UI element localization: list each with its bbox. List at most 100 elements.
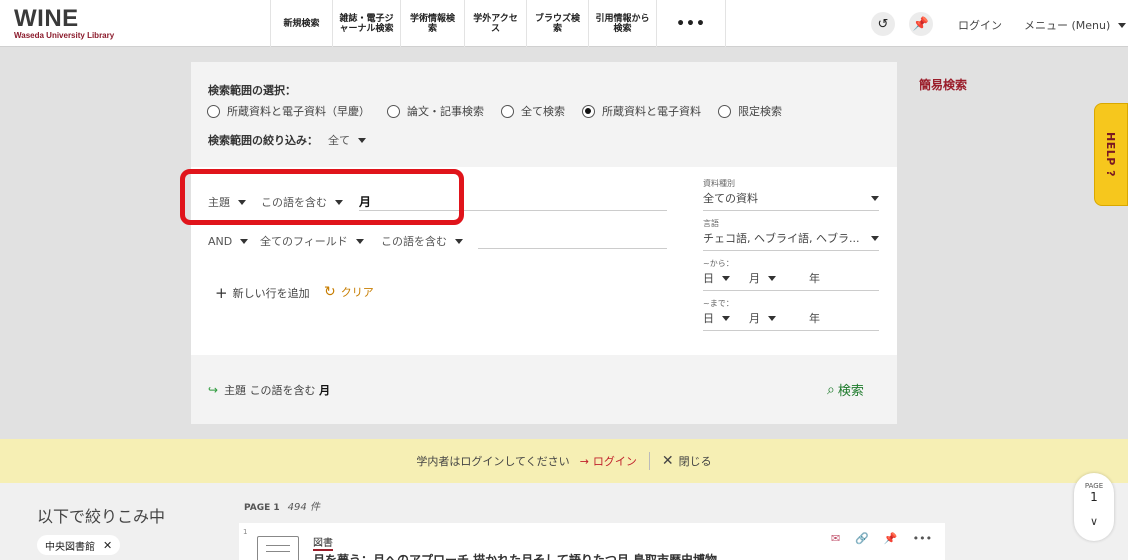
- logo-text: WINE: [14, 5, 79, 32]
- field-value: 全てのフィールド: [260, 235, 348, 248]
- result-count: 494 件: [287, 502, 320, 513]
- scope-radio-group: 所蔵資料と電子資料（早慶） 論文・記事検索 全て検索 所蔵資料と電子資料 限定検索: [207, 103, 799, 119]
- chevron-down-icon: [722, 275, 730, 281]
- add-row-button[interactable]: + 新しい行を追加: [215, 284, 310, 302]
- narrow-select[interactable]: 全て: [328, 132, 366, 148]
- login-link[interactable]: ログイン: [958, 17, 1002, 33]
- scope-radio-label: 所蔵資料と電子資料（早慶）: [227, 105, 370, 118]
- nav-more-button[interactable]: •••: [656, 0, 726, 47]
- scope-radio-2[interactable]: 全て検索: [501, 103, 565, 119]
- pin-icon[interactable]: 📌: [909, 12, 933, 36]
- scope-radio-4[interactable]: 限定検索: [718, 103, 782, 119]
- operator-select-2[interactable]: この語を含む: [381, 233, 478, 249]
- search-panel: 検索範囲の選択： 所蔵資料と電子資料（早慶） 論文・記事検索 全て検索 所蔵資料と電子…: [191, 62, 897, 424]
- close-icon[interactable]: ✕: [103, 539, 112, 552]
- email-icon[interactable]: ✉: [831, 532, 840, 545]
- radio-circle-icon[interactable]: [501, 104, 514, 118]
- radio-circle-icon[interactable]: [718, 104, 731, 118]
- clear-button[interactable]: ↻ クリア: [324, 284, 374, 300]
- boolean-select[interactable]: AND: [208, 235, 260, 248]
- scope-radio-label: 全て検索: [521, 105, 565, 118]
- history-icon[interactable]: ↺: [871, 12, 895, 36]
- chevron-down-icon: [1118, 22, 1127, 28]
- link-icon[interactable]: 🔗: [855, 532, 869, 545]
- from-day-select[interactable]: 日: [703, 270, 749, 286]
- banner-close-button[interactable]: ✕ 閉じる: [662, 453, 712, 469]
- page-indicator-label: PAGE: [1084, 482, 1104, 490]
- chevron-down-icon[interactable]: ∨: [1074, 515, 1114, 528]
- more-icon[interactable]: •••: [913, 532, 932, 545]
- from-year-input[interactable]: 年: [809, 270, 820, 286]
- highlight-box: [180, 169, 464, 225]
- pin-icon[interactable]: 📌: [884, 532, 898, 545]
- main-nav: 新規検索 雑誌・電子ジ ャーナル検索 学術情報検索 学外アクセス ブラウズ検索 引用情報か…: [270, 0, 726, 47]
- scope-radio-label: 所蔵資料と電子資料: [602, 105, 701, 118]
- banner-login-link[interactable]: → ログイン: [580, 453, 637, 469]
- chevron-down-icon: [358, 137, 366, 143]
- nav-item-4[interactable]: ブラウズ検索: [526, 0, 588, 47]
- nav-item-1[interactable]: 雑誌・電子ジ ャーナル検索: [332, 0, 400, 47]
- material-select[interactable]: 全ての資料: [703, 190, 879, 211]
- scope-section: 検索範囲の選択： 所蔵資料と電子資料（早慶） 論文・記事検索 全て検索 所蔵資料と電子…: [191, 62, 897, 167]
- help-label: HELP ?: [1104, 132, 1117, 178]
- plus-icon: +: [215, 284, 228, 302]
- search-button[interactable]: ⌕ 検索: [827, 380, 864, 400]
- page-info: PAGE 1 494 件: [244, 498, 320, 513]
- filter-chip[interactable]: 中央図書館 ✕: [37, 535, 121, 555]
- radio-circle-icon[interactable]: [207, 104, 220, 118]
- month-label: 月: [749, 272, 760, 285]
- wine-logo[interactable]: WINE Waseda University Library: [14, 5, 115, 41]
- material-value: 全ての資料: [703, 192, 758, 205]
- year-label: 年: [809, 312, 820, 325]
- logo-subtitle: Waseda University Library: [14, 31, 115, 40]
- chevron-down-icon: [355, 238, 364, 244]
- banner-login-label: ログイン: [592, 455, 637, 468]
- nav-item-5[interactable]: 引用情報から 検索: [588, 0, 656, 47]
- menu-button[interactable]: メニュー (Menu): [1024, 17, 1127, 33]
- close-icon: ✕: [661, 453, 674, 469]
- result-item[interactable]: 1 図書 月を夢う：月へのアプローチ 描かれた月そして語りたつ月 島取市歴史博物…: [239, 523, 945, 560]
- language-value: チェコ語, ヘブライ語, ヘブラ...: [703, 232, 860, 245]
- nav-item-0[interactable]: 新規検索: [270, 0, 332, 47]
- arrow-right-icon: ↪: [208, 383, 219, 397]
- chevron-down-icon: [871, 235, 879, 241]
- chevron-down-icon: [871, 195, 879, 201]
- year-label: 年: [809, 272, 820, 285]
- query-input-2[interactable]: [478, 233, 667, 249]
- login-banner: 学内者はログインしてください → ログイン ✕ 閉じる: [0, 439, 1128, 483]
- from-date: 日 月 年: [703, 270, 879, 291]
- scope-radio-3[interactable]: 所蔵資料と電子資料: [582, 103, 701, 119]
- nav-item-3[interactable]: 学外アクセス: [464, 0, 526, 47]
- field-select-2[interactable]: 全てのフィールド: [260, 233, 381, 249]
- result-title[interactable]: 月を夢う：月へのアプローチ 描かれた月そして語りたつ月 島取市歴史博物: [313, 551, 717, 560]
- result-actions: ✉ 🔗 📌 •••: [831, 532, 947, 545]
- page-indicator[interactable]: PAGE 1 ∨: [1074, 473, 1114, 541]
- to-label: ~まで：: [703, 299, 734, 308]
- from-month-select[interactable]: 月: [749, 270, 809, 286]
- language-select[interactable]: チェコ語, ヘブライ語, ヘブラ...: [703, 230, 879, 251]
- top-bar: WINE Waseda University Library 新規検索 雑誌・電子…: [0, 0, 1128, 47]
- banner-text: 学内者はログインしてください: [416, 455, 570, 468]
- radio-circle-icon[interactable]: [387, 104, 400, 118]
- help-tab[interactable]: HELP ?: [1094, 103, 1128, 206]
- refine-title: 以下で絞りこみ中: [37, 507, 166, 526]
- scope-radio-0[interactable]: 所蔵資料と電子資料（早慶）: [207, 103, 370, 119]
- scope-radio-label: 限定検索: [738, 105, 782, 118]
- page-label: PAGE 1: [244, 503, 280, 513]
- page-indicator-number: 1: [1090, 490, 1098, 504]
- scope-radio-1[interactable]: 論文・記事検索: [387, 103, 484, 119]
- to-day-select[interactable]: 日: [703, 310, 749, 326]
- narrow-value: 全て: [328, 134, 350, 147]
- to-month-select[interactable]: 月: [749, 310, 809, 326]
- result-number: 1: [243, 528, 248, 536]
- chevron-down-icon: [768, 315, 776, 321]
- summary-op: この語を含む: [249, 384, 316, 397]
- nav-item-2[interactable]: 学術情報検索: [400, 0, 464, 47]
- book-icon: [257, 536, 299, 560]
- search-label: 検索: [837, 384, 864, 399]
- radio-circle-icon[interactable]: [582, 104, 595, 118]
- language-label: 言語: [703, 219, 719, 228]
- to-year-input[interactable]: 年: [809, 310, 820, 326]
- from-label: ~から：: [703, 259, 734, 268]
- simple-search-link[interactable]: 簡易検索: [919, 76, 967, 93]
